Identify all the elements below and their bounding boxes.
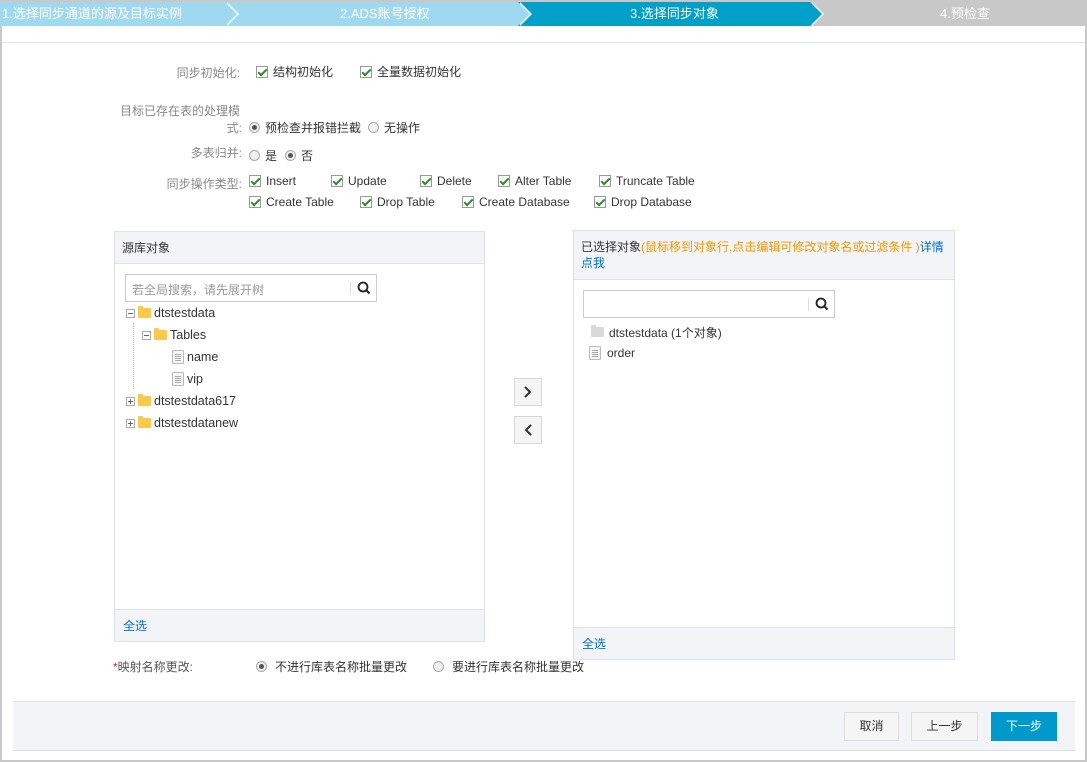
checkbox-insert[interactable]: Insert bbox=[249, 174, 296, 188]
existing-table-mode-label-1: 目标已存在表的处理模 bbox=[120, 104, 241, 118]
tree-item-folder[interactable]: Tables bbox=[142, 325, 206, 345]
step-3-active: 3.选择同步对象 bbox=[518, 2, 824, 26]
checkbox-checked-icon[interactable] bbox=[594, 196, 606, 208]
selected-search-input[interactable] bbox=[583, 290, 835, 318]
checkbox-checked-icon[interactable] bbox=[599, 175, 611, 187]
checkbox-checked-icon[interactable] bbox=[331, 175, 343, 187]
checkbox-delete[interactable]: Delete bbox=[420, 174, 472, 188]
wizard-steps: 1.选择同步通道的源及目标实例 2.ADS账号授权 3.选择同步对象 4.预检查 bbox=[0, 2, 1085, 26]
sync-op-types-label: 同步操作类型: bbox=[166, 177, 242, 191]
selected-panel-hint: (鼠标移到对象行,点击编辑可修改对象名或过滤条件 ) bbox=[641, 240, 920, 254]
selected-tree-database[interactable]: dtstestdata (1个对象) bbox=[591, 322, 722, 342]
checkbox-checked-icon[interactable] bbox=[249, 196, 261, 208]
checkbox-checked-icon[interactable] bbox=[498, 175, 510, 187]
source-objects-panel: 源库对象 若全局搜索，请先展开树 dtstestdata Tables name… bbox=[114, 231, 485, 642]
multi-table-merge-label: 多表归并: bbox=[190, 146, 242, 160]
radio-no-operation[interactable]: 无操作 bbox=[368, 119, 420, 136]
checkbox-checked-icon[interactable] bbox=[256, 65, 268, 78]
step-2-label: 2.ADS账号授权 bbox=[340, 6, 430, 21]
tree-item-table[interactable]: vip bbox=[172, 369, 203, 389]
selected-panel-footer: 全选 bbox=[574, 627, 954, 659]
divider bbox=[2, 42, 1085, 43]
checkbox-checked-icon[interactable] bbox=[462, 196, 474, 208]
step-1: 1.选择同步通道的源及目标实例 bbox=[0, 2, 239, 26]
checkbox-structure-init[interactable]: 结构初始化 bbox=[256, 63, 333, 80]
step-1-label: 1.选择同步通道的源及目标实例 bbox=[2, 6, 182, 21]
checkbox-checked-icon[interactable] bbox=[420, 175, 432, 187]
tree-item-table[interactable]: name bbox=[172, 347, 218, 367]
folder-open-icon bbox=[138, 416, 151, 428]
expand-icon[interactable] bbox=[126, 396, 135, 406]
add-to-selected-button[interactable] bbox=[514, 378, 542, 406]
source-panel-title: 源库对象 bbox=[122, 241, 171, 255]
selected-select-all-link[interactable]: 全选 bbox=[582, 637, 606, 651]
sync-init-label: 同步初始化: bbox=[176, 66, 240, 80]
checkbox-checked-icon[interactable] bbox=[360, 65, 372, 78]
folder-icon bbox=[138, 306, 151, 318]
search-icon[interactable] bbox=[814, 296, 830, 312]
checkbox-full-data-init[interactable]: 全量数据初始化 bbox=[360, 63, 461, 80]
source-search-input[interactable]: 若全局搜索，请先展开树 bbox=[125, 274, 377, 302]
selected-panel-header: 已选择对象(鼠标移到对象行,点击编辑可修改对象名或过滤条件 )详情点我 bbox=[574, 231, 954, 280]
step-3-label: 3.选择同步对象 bbox=[630, 6, 719, 21]
tree-item-database[interactable]: dtstestdata bbox=[126, 303, 215, 323]
selected-panel-title: 已选择对象 bbox=[581, 240, 642, 254]
folder-open-icon bbox=[138, 394, 151, 406]
previous-step-button[interactable]: 上一步 bbox=[911, 712, 978, 741]
collapse-icon[interactable] bbox=[126, 308, 135, 318]
checkbox-create-table[interactable]: Create Table bbox=[249, 195, 334, 209]
tree-item-database[interactable]: dtstestdata617 bbox=[126, 391, 236, 411]
checkbox-drop-database[interactable]: Drop Database bbox=[594, 195, 692, 209]
radio-merge-yes[interactable]: 是 bbox=[249, 147, 277, 164]
search-icon[interactable] bbox=[356, 280, 372, 296]
radio-selected-icon[interactable] bbox=[249, 122, 260, 133]
table-icon bbox=[172, 372, 184, 386]
radio-precheck-block[interactable]: 预检查并报错拦截 bbox=[249, 119, 361, 136]
remove-from-selected-button[interactable] bbox=[514, 416, 542, 444]
next-step-button[interactable]: 下一步 bbox=[991, 712, 1057, 741]
mapping-label: * 映射名称更改: bbox=[113, 659, 194, 675]
step-4-label: 4.预检查 bbox=[940, 6, 990, 21]
step-2: 2.ADS账号授权 bbox=[225, 2, 532, 26]
checkbox-alter-table[interactable]: Alter Table bbox=[498, 174, 571, 188]
collapse-icon[interactable] bbox=[142, 330, 151, 340]
step-arrow bbox=[225, 2, 237, 26]
table-icon bbox=[589, 346, 601, 360]
chevron-right-icon bbox=[524, 386, 532, 398]
checkbox-truncate-table[interactable]: Truncate Table bbox=[599, 174, 695, 188]
radio-selected-icon[interactable] bbox=[285, 150, 296, 161]
radio-batch-rename[interactable]: 要进行库表名称批量更改 bbox=[433, 658, 584, 675]
radio-no-batch-rename[interactable]: 不进行库表名称批量更改 bbox=[256, 658, 407, 675]
table-icon bbox=[172, 350, 184, 364]
checkbox-drop-table[interactable]: Drop Table bbox=[360, 195, 435, 209]
checkbox-checked-icon[interactable] bbox=[249, 175, 261, 187]
tree-item-database[interactable]: dtstestdatanew bbox=[126, 413, 238, 433]
selected-tree-table[interactable]: order bbox=[589, 343, 635, 363]
radio-merge-no[interactable]: 否 bbox=[285, 147, 313, 164]
source-select-all-link[interactable]: 全选 bbox=[123, 619, 147, 633]
source-panel-header: 源库对象 bbox=[115, 232, 484, 264]
checkbox-update[interactable]: Update bbox=[331, 174, 387, 188]
step-arrow bbox=[810, 2, 822, 26]
radio-icon[interactable] bbox=[368, 122, 379, 133]
search-placeholder: 若全局搜索，请先展开树 bbox=[132, 283, 265, 297]
radio-icon[interactable] bbox=[433, 661, 444, 672]
chevron-left-icon bbox=[524, 424, 532, 436]
step-arrow bbox=[518, 2, 530, 26]
step-4: 4.预检查 bbox=[810, 2, 1085, 26]
checkbox-checked-icon[interactable] bbox=[360, 196, 372, 208]
selected-objects-panel: 已选择对象(鼠标移到对象行,点击编辑可修改对象名或过滤条件 )详情点我 dtst… bbox=[573, 230, 955, 660]
folder-icon bbox=[154, 328, 167, 340]
radio-selected-icon[interactable] bbox=[256, 661, 267, 672]
cancel-button[interactable]: 取消 bbox=[844, 712, 899, 741]
checkbox-create-database[interactable]: Create Database bbox=[462, 195, 570, 209]
folder-icon bbox=[591, 325, 604, 337]
expand-icon[interactable] bbox=[126, 418, 135, 428]
source-panel-footer: 全选 bbox=[115, 609, 484, 641]
radio-icon[interactable] bbox=[249, 150, 260, 161]
existing-table-mode-label-2: 式: bbox=[226, 121, 242, 135]
